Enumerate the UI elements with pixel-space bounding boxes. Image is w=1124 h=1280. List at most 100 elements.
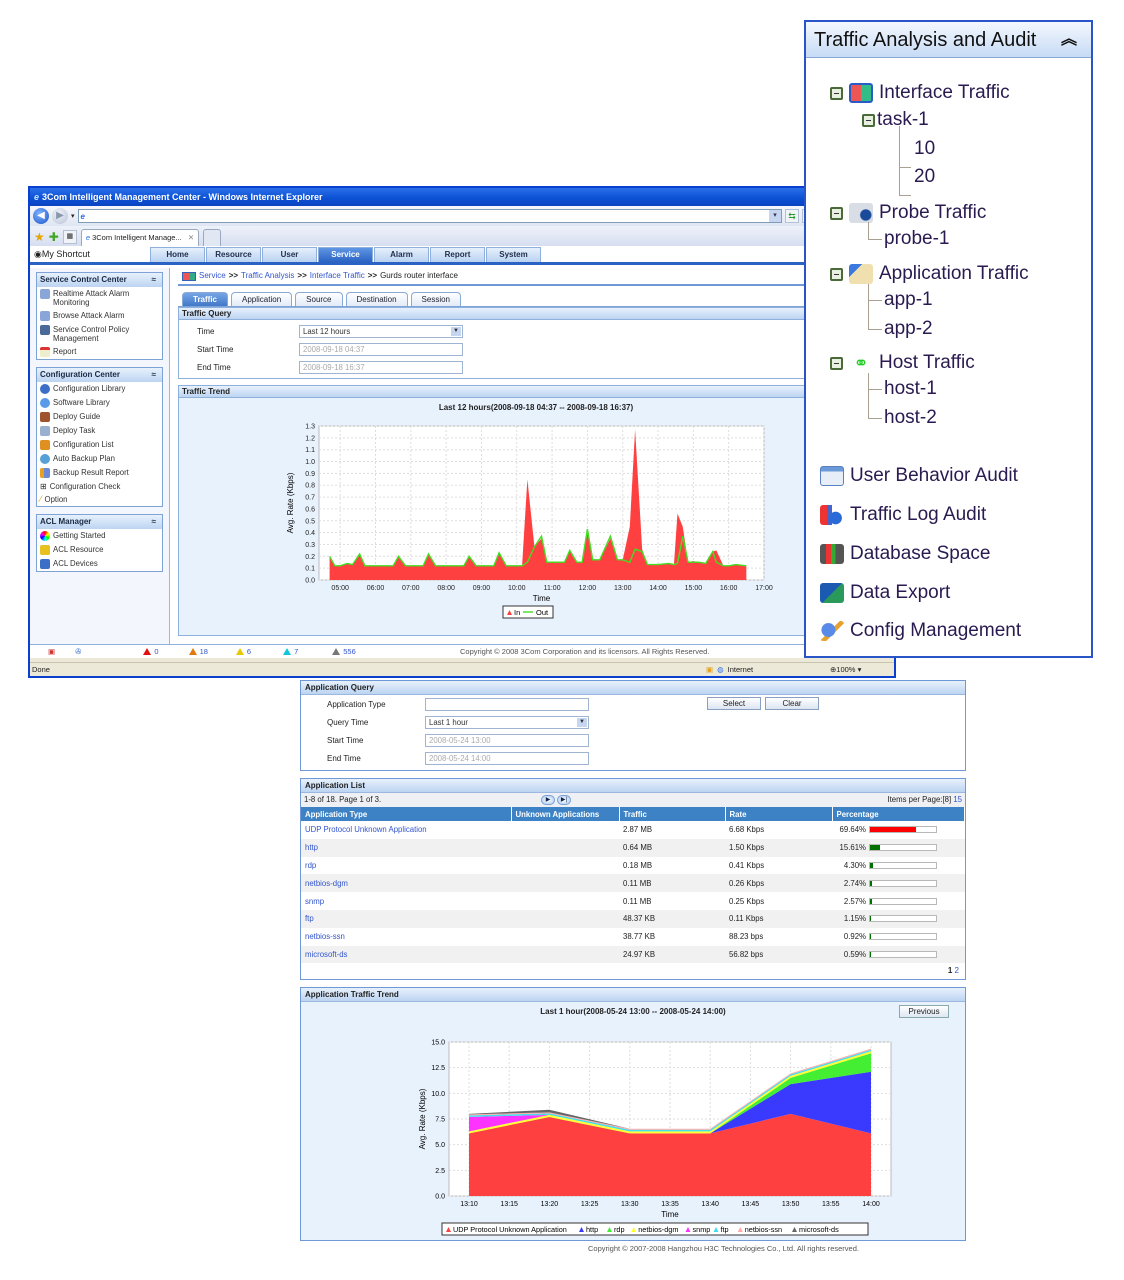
collapse-node-icon[interactable]: [830, 206, 843, 220]
collapse-icon[interactable]: ≈: [152, 273, 156, 287]
zoom-control[interactable]: ⊕100% ▾: [830, 663, 861, 676]
application-type-input[interactable]: [425, 697, 589, 711]
favorites-star-icon[interactable]: ★: [34, 228, 45, 246]
menu-service[interactable]: Service: [318, 247, 373, 262]
back-button[interactable]: ◀: [33, 208, 49, 224]
breadcrumb-service[interactable]: Service: [199, 267, 226, 285]
nav-realtime-attack-alarm[interactable]: Realtime Attack Alarm Monitoring: [37, 287, 162, 309]
alarm-warning[interactable]: 7: [283, 647, 298, 656]
link-config-management[interactable]: Config Management: [820, 620, 1021, 642]
alarm-minor[interactable]: 6: [235, 647, 251, 656]
items-per-page-15[interactable]: 15: [953, 795, 962, 804]
tree-host-2[interactable]: host-2: [884, 407, 937, 429]
menu-user[interactable]: User: [262, 247, 317, 262]
col-rate[interactable]: Rate: [725, 807, 833, 821]
security-zone[interactable]: ▣ ◍ Internet: [706, 663, 753, 676]
link-user-behavior-audit[interactable]: User Behavior Audit: [820, 465, 1018, 487]
tree-node-10[interactable]: 10: [914, 138, 935, 160]
tree-host-traffic[interactable]: ⚭ Host Traffic: [830, 352, 975, 374]
tab-session[interactable]: Session: [410, 292, 462, 306]
link-data-export[interactable]: Data Export: [820, 582, 950, 604]
alarm-unknown[interactable]: 556: [332, 647, 356, 656]
alarm-board-icon[interactable]: ▣: [48, 647, 55, 656]
alarm-critical[interactable]: 0: [143, 647, 159, 656]
nav-auto-backup-plan[interactable]: Auto Backup Plan: [37, 452, 162, 466]
tab-application[interactable]: Application: [231, 292, 293, 306]
history-dropdown-icon[interactable]: ▾: [71, 212, 75, 220]
nav-deploy-task[interactable]: Deploy Task: [37, 424, 162, 438]
tree-task-1[interactable]: task-1: [862, 109, 929, 131]
tree-node-20[interactable]: 20: [914, 166, 935, 188]
chevron-down-icon[interactable]: ▼: [451, 326, 461, 336]
start-time-input[interactable]: 2008-09-18 04:37: [299, 342, 463, 356]
application-link[interactable]: http: [305, 843, 318, 852]
nav-configuration-library[interactable]: Configuration Library: [37, 382, 162, 396]
tree-probe-1[interactable]: probe-1: [884, 228, 950, 250]
collapse-node-icon[interactable]: [830, 86, 843, 100]
tree-probe-traffic[interactable]: Probe Traffic: [830, 202, 986, 224]
application-link[interactable]: snmp: [305, 897, 324, 906]
link-traffic-log-audit[interactable]: Traffic Log Audit: [820, 504, 986, 526]
query-time-select[interactable]: Last 1 hour ▼: [425, 715, 589, 729]
menu-home[interactable]: Home: [150, 247, 205, 262]
tab-destination[interactable]: Destination: [345, 292, 408, 306]
select-button[interactable]: Select: [707, 697, 761, 710]
collapse-node-icon[interactable]: [862, 113, 875, 127]
nav-software-library[interactable]: Software Library: [37, 396, 162, 410]
tree-application-traffic[interactable]: Application Traffic: [830, 263, 1029, 285]
refresh-button[interactable]: ⇆: [785, 209, 799, 223]
start-time-input[interactable]: 2008-05-24 13:00: [425, 733, 589, 747]
tree-panel-header[interactable]: Traffic Analysis and Audit ︽: [806, 22, 1091, 58]
application-link[interactable]: ftp: [305, 914, 314, 923]
menu-report[interactable]: Report: [430, 247, 485, 262]
chevron-down-icon[interactable]: ▼: [577, 717, 587, 727]
forward-button[interactable]: ▶: [52, 208, 68, 224]
col-traffic[interactable]: Traffic: [619, 807, 726, 821]
cell-application-type[interactable]: ftp: [301, 909, 511, 928]
quick-tabs-button[interactable]: ▦: [62, 230, 77, 244]
cell-application-type[interactable]: UDP Protocol Unknown Application: [301, 821, 511, 839]
page-2-link[interactable]: 2: [955, 966, 959, 975]
collapse-icon[interactable]: ≈: [152, 368, 156, 382]
tree-interface-traffic[interactable]: Interface Traffic: [830, 82, 1010, 104]
link-database-space[interactable]: Database Space: [820, 543, 991, 565]
tab-traffic[interactable]: Traffic: [182, 292, 229, 306]
breadcrumb-interface-traffic[interactable]: Interface Traffic: [310, 267, 365, 285]
panel-header[interactable]: Configuration Center ≈: [37, 368, 162, 382]
cell-application-type[interactable]: rdp: [301, 857, 511, 875]
panel-header[interactable]: ACL Manager ≈: [37, 515, 162, 529]
clear-button[interactable]: Clear: [765, 697, 819, 710]
col-percentage[interactable]: Percentage: [832, 807, 965, 821]
nav-configuration-check[interactable]: ⊞ Configuration Check: [37, 480, 162, 493]
collapse-node-icon[interactable]: [830, 267, 843, 281]
menu-alarm[interactable]: Alarm: [374, 247, 429, 262]
collapse-icon[interactable]: ≈: [152, 515, 156, 529]
nav-acl-resource[interactable]: ACL Resource: [37, 543, 162, 557]
nav-deploy-guide[interactable]: Deploy Guide: [37, 410, 162, 424]
menu-resource[interactable]: Resource: [206, 247, 261, 262]
application-link[interactable]: netbios-ssn: [305, 932, 345, 941]
nav-report[interactable]: Report: [37, 345, 162, 359]
cell-application-type[interactable]: netbios-ssn: [301, 928, 511, 946]
alarm-major[interactable]: 18: [188, 647, 208, 656]
col-unknown-applications[interactable]: Unknown Applications: [511, 807, 620, 821]
nav-backup-result-report[interactable]: Backup Result Report: [37, 466, 162, 480]
cell-application-type[interactable]: http: [301, 838, 511, 857]
cell-application-type[interactable]: netbios-dgm: [301, 874, 511, 893]
nav-acl-devices[interactable]: ACL Devices: [37, 557, 162, 571]
new-tab-button[interactable]: [203, 229, 222, 246]
tab-source[interactable]: Source: [295, 292, 343, 306]
application-link[interactable]: netbios-dgm: [305, 879, 348, 888]
tree-app-2[interactable]: app-2: [884, 318, 933, 340]
breadcrumb-traffic-analysis[interactable]: Traffic Analysis: [241, 267, 294, 285]
url-dropdown-icon[interactable]: ▾: [769, 210, 781, 222]
collapse-double-chevron-icon[interactable]: ︽: [1061, 22, 1077, 58]
end-time-input[interactable]: 2008-09-18 16:37: [299, 360, 463, 374]
cell-application-type[interactable]: snmp: [301, 892, 511, 910]
close-tab-icon[interactable]: ✕: [188, 233, 194, 242]
application-link[interactable]: rdp: [305, 861, 316, 870]
nav-service-control-policy[interactable]: Service Control Policy Management: [37, 323, 162, 345]
application-link[interactable]: UDP Protocol Unknown Application: [305, 825, 427, 834]
tree-host-1[interactable]: host-1: [884, 378, 937, 400]
expand-icon[interactable]: ⊞: [40, 482, 47, 491]
